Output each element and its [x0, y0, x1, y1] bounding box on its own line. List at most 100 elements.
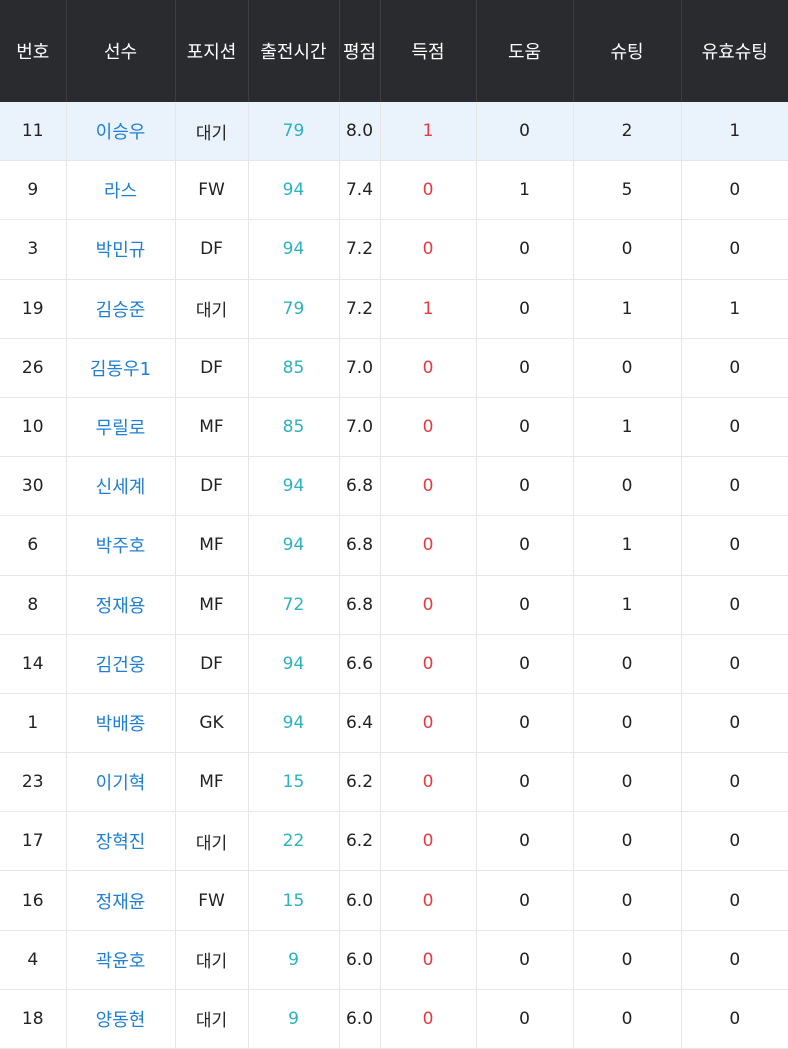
- cell-number: 14: [0, 634, 67, 694]
- cell-player-name[interactable]: 곽윤호: [66, 930, 176, 990]
- cell-number: 6: [0, 515, 67, 576]
- cell-rating: 6.0: [339, 870, 381, 931]
- header-position[interactable]: 포지션: [175, 0, 249, 102]
- cell-goals: 0: [380, 456, 477, 517]
- table-row[interactable]: 14 김건웅 DF 94 6.6 0 0 0 0: [0, 634, 788, 694]
- cell-player-name[interactable]: 장혁진: [66, 811, 176, 872]
- cell-number: 16: [0, 870, 67, 931]
- cell-goals: 1: [380, 102, 477, 162]
- table-row[interactable]: 18 양동현 대기 9 6.0 0 0 0 0: [0, 989, 788, 1049]
- table-row[interactable]: 16 정재윤 FW 15 6.0 0 0 0 0: [0, 870, 788, 931]
- cell-player-name[interactable]: 김승준: [66, 279, 176, 339]
- cell-shots: 0: [573, 456, 682, 517]
- cell-player-name[interactable]: 정재윤: [66, 870, 176, 931]
- table-row[interactable]: 3 박민규 DF 94 7.2 0 0 0 0: [0, 219, 788, 280]
- header-player[interactable]: 선수: [66, 0, 176, 102]
- cell-assists: 0: [476, 634, 574, 694]
- cell-rating: 6.8: [339, 456, 381, 517]
- cell-player-name[interactable]: 무릴로: [66, 397, 176, 458]
- cell-assists: 0: [476, 515, 574, 576]
- cell-number: 23: [0, 752, 67, 813]
- cell-goals: 0: [380, 870, 477, 931]
- cell-player-name[interactable]: 이승우: [66, 102, 176, 162]
- cell-player-name[interactable]: 박주호: [66, 515, 176, 576]
- cell-assists: 0: [476, 219, 574, 280]
- cell-position: 대기: [175, 811, 249, 872]
- cell-minutes: 15: [248, 870, 340, 931]
- table-row[interactable]: 30 신세계 DF 94 6.8 0 0 0 0: [0, 456, 788, 517]
- cell-goals: 0: [380, 575, 477, 635]
- cell-rating: 6.2: [339, 752, 381, 813]
- cell-minutes: 72: [248, 575, 340, 635]
- cell-shots-on-target: 0: [681, 397, 788, 458]
- cell-number: 4: [0, 930, 67, 990]
- cell-shots: 0: [573, 634, 682, 694]
- cell-player-name[interactable]: 신세계: [66, 456, 176, 517]
- table-row[interactable]: 19 김승준 대기 79 7.2 1 0 1 1: [0, 279, 788, 339]
- table-row[interactable]: 17 장혁진 대기 22 6.2 0 0 0 0: [0, 811, 788, 872]
- header-row: 번호 선수 포지션 출전시간 평점 득점 도움 슈팅 유효슈팅: [0, 0, 788, 102]
- cell-rating: 7.0: [339, 338, 381, 398]
- cell-minutes: 9: [248, 989, 340, 1049]
- player-stats-table: 번호 선수 포지션 출전시간 평점 득점 도움 슈팅 유효슈팅 11 이승우 대기 7…: [0, 0, 788, 1049]
- header-rating[interactable]: 평점: [339, 0, 381, 102]
- cell-position: MF: [175, 515, 249, 576]
- cell-shots-on-target: 0: [681, 456, 788, 517]
- table-row[interactable]: 11 이승우 대기 79 8.0 1 0 2 1: [0, 102, 788, 162]
- header-shots[interactable]: 슈팅: [573, 0, 682, 102]
- cell-player-name[interactable]: 박배종: [66, 693, 176, 754]
- cell-number: 11: [0, 102, 67, 162]
- header-shots-on-target[interactable]: 유효슈팅: [681, 0, 788, 102]
- table-row[interactable]: 10 무릴로 MF 85 7.0 0 0 1 0: [0, 397, 788, 458]
- cell-goals: 0: [380, 515, 477, 576]
- cell-position: FW: [175, 160, 249, 221]
- header-minutes[interactable]: 출전시간: [248, 0, 340, 102]
- cell-player-name[interactable]: 박민규: [66, 219, 176, 280]
- cell-assists: 1: [476, 160, 574, 221]
- cell-position: MF: [175, 397, 249, 458]
- cell-position: 대기: [175, 930, 249, 990]
- cell-rating: 6.8: [339, 515, 381, 576]
- cell-goals: 0: [380, 219, 477, 280]
- cell-shots-on-target: 0: [681, 989, 788, 1049]
- cell-assists: 0: [476, 456, 574, 517]
- table-row[interactable]: 6 박주호 MF 94 6.8 0 0 1 0: [0, 515, 788, 576]
- cell-shots: 0: [573, 219, 682, 280]
- cell-shots: 1: [573, 515, 682, 576]
- cell-assists: 0: [476, 279, 574, 339]
- cell-assists: 0: [476, 397, 574, 458]
- cell-shots-on-target: 1: [681, 279, 788, 339]
- cell-number: 10: [0, 397, 67, 458]
- cell-goals: 0: [380, 634, 477, 694]
- cell-rating: 7.0: [339, 397, 381, 458]
- cell-player-name[interactable]: 김동우1: [66, 338, 176, 398]
- cell-number: 30: [0, 456, 67, 517]
- table-row[interactable]: 26 김동우1 DF 85 7.0 0 0 0 0: [0, 338, 788, 398]
- cell-shots-on-target: 0: [681, 575, 788, 635]
- table-row[interactable]: 23 이기혁 MF 15 6.2 0 0 0 0: [0, 752, 788, 813]
- cell-goals: 0: [380, 989, 477, 1049]
- cell-minutes: 94: [248, 219, 340, 280]
- table-row[interactable]: 4 곽윤호 대기 9 6.0 0 0 0 0: [0, 930, 788, 990]
- header-number[interactable]: 번호: [0, 0, 67, 102]
- cell-position: GK: [175, 693, 249, 754]
- cell-player-name[interactable]: 이기혁: [66, 752, 176, 813]
- header-goals[interactable]: 득점: [380, 0, 477, 102]
- cell-player-name[interactable]: 김건웅: [66, 634, 176, 694]
- table-row[interactable]: 8 정재용 MF 72 6.8 0 0 1 0: [0, 575, 788, 635]
- cell-assists: 0: [476, 989, 574, 1049]
- cell-player-name[interactable]: 라스: [66, 160, 176, 221]
- cell-shots: 0: [573, 693, 682, 754]
- cell-position: 대기: [175, 989, 249, 1049]
- cell-shots: 0: [573, 752, 682, 813]
- table-row[interactable]: 1 박배종 GK 94 6.4 0 0 0 0: [0, 693, 788, 754]
- cell-player-name[interactable]: 양동현: [66, 989, 176, 1049]
- header-assists[interactable]: 도움: [476, 0, 574, 102]
- cell-shots-on-target: 0: [681, 870, 788, 931]
- cell-goals: 1: [380, 279, 477, 339]
- cell-assists: 0: [476, 693, 574, 754]
- table-row[interactable]: 9 라스 FW 94 7.4 0 1 5 0: [0, 160, 788, 221]
- cell-number: 1: [0, 693, 67, 754]
- cell-player-name[interactable]: 정재용: [66, 575, 176, 635]
- cell-number: 17: [0, 811, 67, 872]
